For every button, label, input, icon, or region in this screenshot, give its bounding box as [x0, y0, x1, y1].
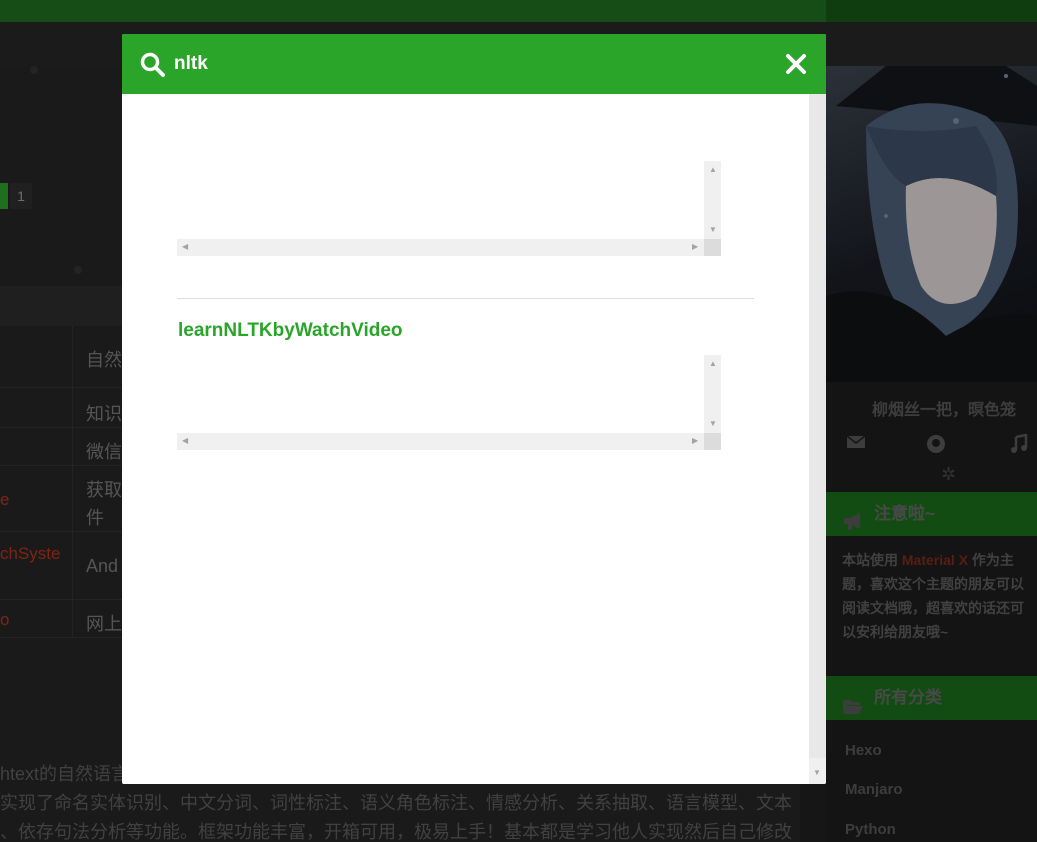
search-modal-header — [122, 34, 826, 94]
snippet-horizontal-scrollbar[interactable]: ◀ ▶ — [177, 239, 704, 256]
modal-scrollbar-thumb[interactable] — [809, 94, 826, 758]
scroll-right-arrow-icon[interactable]: ▶ — [692, 437, 698, 445]
search-icon — [140, 52, 166, 78]
result-snippet-box: ▲ ▼ ◀ ▶ — [177, 161, 721, 256]
scroll-down-arrow-icon[interactable]: ▼ — [813, 768, 821, 777]
search-input[interactable] — [174, 49, 754, 79]
scrollbar-corner — [704, 239, 721, 256]
scroll-right-arrow-icon[interactable]: ▶ — [692, 243, 698, 251]
scroll-left-arrow-icon[interactable]: ◀ — [182, 437, 188, 445]
snippet-horizontal-scrollbar[interactable]: ◀ ▶ — [177, 433, 704, 450]
scroll-down-arrow-icon[interactable]: ▼ — [709, 226, 717, 234]
snippet-vertical-scrollbar[interactable]: ▲ ▼ — [704, 355, 721, 433]
scroll-left-arrow-icon[interactable]: ◀ — [182, 243, 188, 251]
search-modal: ▲ ▼ ◀ ▶ learnNLTKbyWatchVideo ▲ ▼ ◀ ▶ ▼ — [122, 34, 826, 784]
result-divider — [177, 298, 754, 299]
modal-vertical-scrollbar[interactable]: ▼ — [809, 94, 826, 784]
close-icon[interactable] — [784, 52, 808, 76]
result-title-link[interactable]: learnNLTKbyWatchVideo — [178, 320, 403, 342]
scroll-down-arrow-icon[interactable]: ▼ — [709, 420, 717, 428]
snippet-vertical-scrollbar[interactable]: ▲ ▼ — [704, 161, 721, 239]
result-snippet-box: ▲ ▼ ◀ ▶ — [177, 355, 721, 450]
scrollbar-corner — [704, 433, 721, 450]
scroll-up-arrow-icon[interactable]: ▲ — [709, 166, 717, 174]
scroll-up-arrow-icon[interactable]: ▲ — [709, 360, 717, 368]
